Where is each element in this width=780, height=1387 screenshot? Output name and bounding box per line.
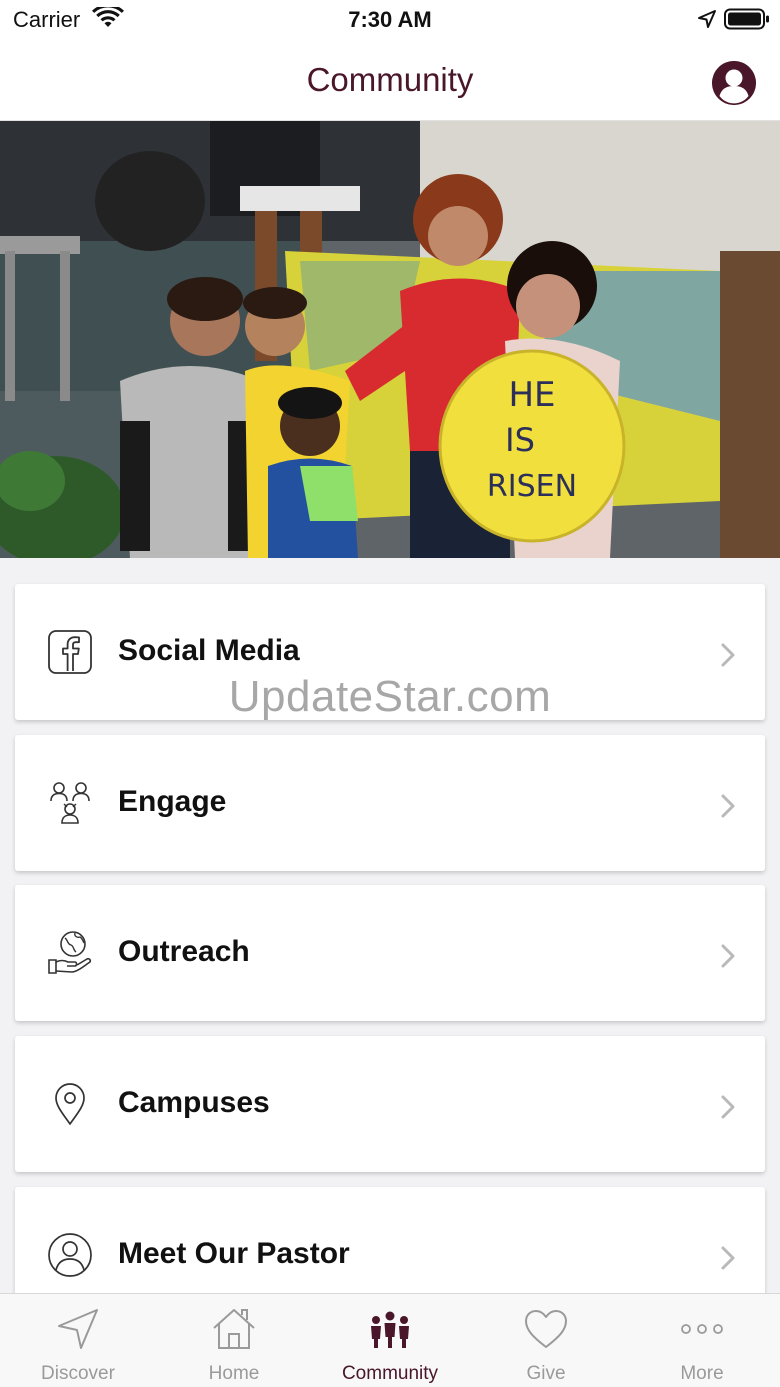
tab-label: Home — [208, 1363, 260, 1384]
tab-more[interactable]: More — [624, 1294, 780, 1387]
house-icon — [213, 1309, 255, 1349]
tab-community[interactable]: Community — [312, 1294, 468, 1387]
chevron-right-icon — [721, 794, 735, 818]
tab-bar: Discover Home Community Give More — [0, 1293, 780, 1387]
facebook-icon — [48, 630, 92, 674]
hero-image: HE IS RISEN — [0, 121, 780, 558]
menu-item-engage[interactable]: Engage — [15, 735, 765, 871]
people-group-icon — [50, 782, 90, 824]
menu-list: Social Media Engage Outreach Campuses Me… — [0, 558, 780, 1293]
navigation-bar: Community — [0, 44, 780, 121]
page-title: Community — [306, 61, 474, 98]
status-time: 7:30 AM — [348, 7, 432, 32]
menu-item-label: Meet Our Pastor — [118, 1237, 350, 1270]
tab-label: Community — [341, 1363, 439, 1384]
battery-icon — [724, 8, 769, 30]
chevron-right-icon — [721, 1246, 735, 1270]
menu-item-meet-our-pastor[interactable]: Meet Our Pastor — [15, 1187, 765, 1293]
menu-item-label: Campuses — [118, 1086, 270, 1119]
tab-label: Discover — [41, 1363, 115, 1384]
chevron-right-icon — [721, 1095, 735, 1119]
globe-hand-icon — [48, 931, 92, 974]
status-bar: Carrier 7:30 AM — [0, 0, 780, 44]
profile-button[interactable] — [712, 61, 756, 105]
heart-icon — [525, 1310, 567, 1348]
sign-text-he: HE — [508, 375, 555, 415]
community-photo: HE IS RISEN — [0, 121, 780, 558]
menu-item-label: Engage — [118, 785, 227, 818]
navigation-arrow-icon — [58, 1309, 98, 1349]
sign-text-risen: RISEN — [487, 469, 577, 504]
menu-item-social-media[interactable]: Social Media — [15, 584, 765, 720]
person-circle-icon — [48, 1233, 92, 1277]
menu-item-label: Social Media — [118, 634, 300, 667]
tab-label: Give — [526, 1363, 566, 1384]
sign-text-is: IS — [505, 421, 535, 459]
location-arrow-icon — [698, 10, 716, 28]
chevron-right-icon — [721, 643, 735, 667]
more-dots-icon — [681, 1324, 723, 1334]
map-pin-icon — [55, 1083, 85, 1125]
community-people-icon — [371, 1311, 409, 1348]
user-avatar-icon — [712, 61, 756, 105]
tab-discover[interactable]: Discover — [0, 1294, 156, 1387]
menu-item-outreach[interactable]: Outreach — [15, 885, 765, 1021]
tab-home[interactable]: Home — [156, 1294, 312, 1387]
tab-label: More — [680, 1363, 724, 1384]
menu-item-label: Outreach — [118, 935, 250, 968]
menu-item-campuses[interactable]: Campuses — [15, 1036, 765, 1172]
tab-give[interactable]: Give — [468, 1294, 624, 1387]
chevron-right-icon — [721, 944, 735, 968]
